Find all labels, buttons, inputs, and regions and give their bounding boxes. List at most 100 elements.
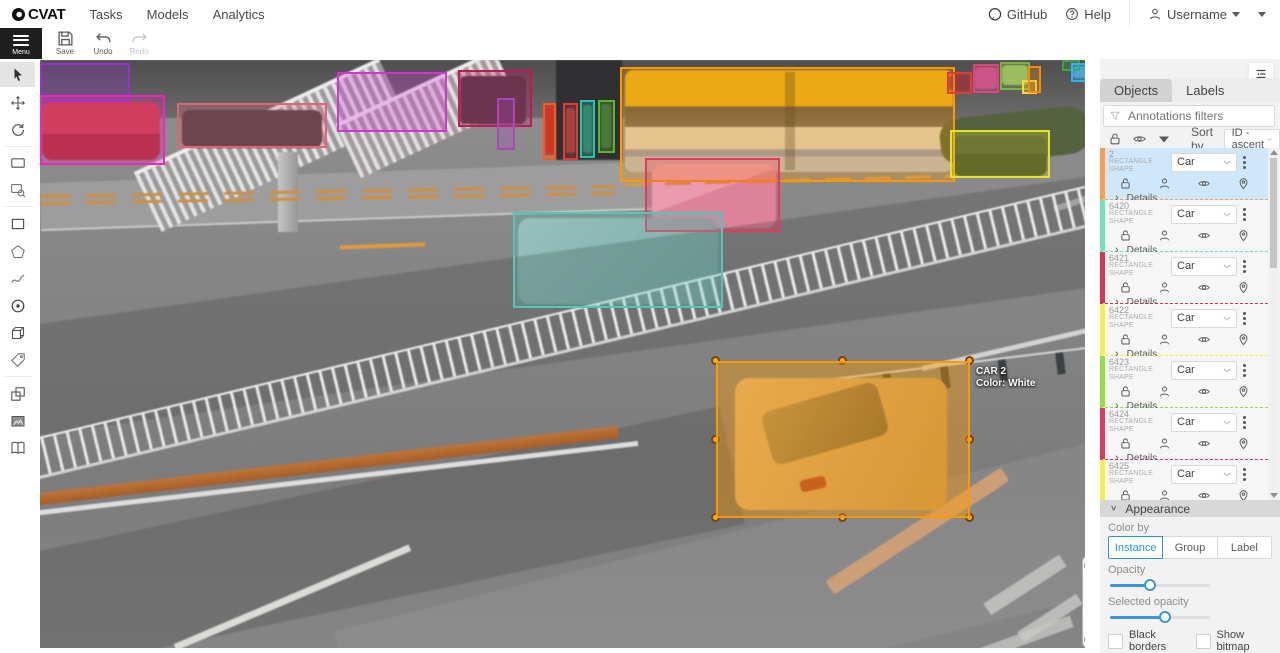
lock-all-icon[interactable] <box>1108 132 1122 146</box>
black-borders-checkbox[interactable] <box>1108 634 1123 649</box>
hide-icon[interactable] <box>1197 437 1211 450</box>
color-by-label-option[interactable]: Label <box>1217 536 1272 559</box>
hide-all-icon[interactable] <box>1132 132 1147 146</box>
object-actions-menu-icon[interactable] <box>1237 259 1251 273</box>
nav-analytics[interactable]: Analytics <box>213 7 265 22</box>
object-actions-menu-icon[interactable] <box>1237 207 1251 221</box>
split-track-tool[interactable] <box>0 435 35 460</box>
annotation-box[interactable] <box>40 95 165 165</box>
save-button[interactable]: Save <box>48 30 82 58</box>
annotation-box[interactable] <box>950 130 1050 178</box>
tab-objects[interactable]: Objects <box>1100 79 1172 102</box>
object-actions-menu-icon[interactable] <box>1237 155 1251 169</box>
sort-order-select[interactable]: ID - ascent <box>1224 129 1280 149</box>
annotation-box[interactable] <box>497 98 515 150</box>
draw-points-tool[interactable] <box>0 293 35 318</box>
pin-icon[interactable] <box>1237 385 1250 398</box>
cursor-tool[interactable] <box>0 62 35 87</box>
object-label-select[interactable]: Car <box>1171 153 1237 172</box>
canvas-scrollbar-plus-icon[interactable]: + <box>1084 634 1085 645</box>
object-actions-menu-icon[interactable] <box>1237 363 1251 377</box>
merge-shapes-tool[interactable] <box>0 381 35 406</box>
nav-models[interactable]: Models <box>147 7 189 22</box>
occluded-icon[interactable] <box>1158 333 1171 346</box>
object-item-6420[interactable]: 6420RECTANGLE SHAPECar›Details <box>1100 200 1268 252</box>
hide-icon[interactable] <box>1197 489 1211 500</box>
help-link[interactable]: Help <box>1065 7 1111 22</box>
setup-tag-tool[interactable] <box>0 347 35 372</box>
object-label-select[interactable]: Car <box>1171 257 1237 276</box>
lock-icon[interactable] <box>1119 177 1132 190</box>
annotations-filter-input[interactable] <box>1103 105 1275 127</box>
pin-icon[interactable] <box>1237 229 1250 242</box>
draw-cuboid-tool[interactable] <box>0 320 35 345</box>
undo-button[interactable]: Undo <box>86 30 120 58</box>
pin-icon[interactable] <box>1237 333 1250 346</box>
annotation-box[interactable] <box>580 100 595 158</box>
object-actions-menu-icon[interactable] <box>1237 415 1251 429</box>
draw-polyline-tool[interactable] <box>0 266 35 291</box>
lock-icon[interactable] <box>1119 489 1132 500</box>
lock-icon[interactable] <box>1119 229 1132 242</box>
annotation-box[interactable] <box>337 72 447 132</box>
draw-polygon-tool[interactable] <box>0 239 35 264</box>
object-item-6421[interactable]: 6421RECTANGLE SHAPECar›Details <box>1100 252 1268 304</box>
opacity-slider-handle[interactable] <box>1144 579 1156 591</box>
nav-collapse-caret-icon[interactable] <box>1258 12 1266 17</box>
redo-button[interactable]: Redo <box>122 30 156 58</box>
scroll-up-icon[interactable] <box>1270 150 1278 155</box>
occluded-icon[interactable] <box>1158 229 1171 242</box>
annotation-box[interactable] <box>973 64 999 93</box>
object-label-select[interactable]: Car <box>1171 361 1237 380</box>
occluded-icon[interactable] <box>1158 385 1171 398</box>
annotation-box[interactable] <box>543 103 556 160</box>
select-region-tool[interactable] <box>0 177 35 202</box>
lock-icon[interactable] <box>1119 281 1132 294</box>
occluded-icon[interactable] <box>1158 177 1171 190</box>
scroll-down-icon[interactable] <box>1270 493 1278 498</box>
selected-opacity-slider[interactable] <box>1110 611 1210 623</box>
pin-icon[interactable] <box>1237 281 1250 294</box>
tab-labels[interactable]: Labels <box>1172 79 1238 102</box>
object-item-6425[interactable]: 6425RECTANGLE SHAPECar›Details <box>1100 460 1268 500</box>
object-item-6424[interactable]: 6424RECTANGLE SHAPECar›Details <box>1100 408 1268 460</box>
hide-icon[interactable] <box>1197 385 1211 398</box>
annotation-box[interactable] <box>1028 66 1041 93</box>
occluded-icon[interactable] <box>1158 281 1171 294</box>
annotation-box[interactable] <box>1071 63 1085 82</box>
github-link[interactable]: GitHub <box>988 7 1047 22</box>
user-menu[interactable]: Username <box>1148 7 1240 22</box>
occluded-icon[interactable] <box>1158 489 1171 500</box>
expand-all-caret-icon[interactable] <box>1159 136 1169 143</box>
pin-icon[interactable] <box>1237 437 1250 450</box>
hide-icon[interactable] <box>1197 333 1211 346</box>
lock-icon[interactable] <box>1119 385 1132 398</box>
pin-icon[interactable] <box>1237 177 1250 190</box>
hide-icon[interactable] <box>1197 281 1211 294</box>
canvas-scrollbar[interactable]: + <box>1082 555 1085 648</box>
object-label-select[interactable]: Car <box>1171 309 1237 328</box>
color-by-instance[interactable]: Instance <box>1108 536 1163 559</box>
annotation-box[interactable] <box>513 212 723 308</box>
object-label-select[interactable]: Car <box>1171 465 1237 484</box>
annotation-box[interactable] <box>177 103 327 148</box>
pin-icon[interactable] <box>1237 489 1250 500</box>
object-label-select[interactable]: Car <box>1171 413 1237 432</box>
annotation-box[interactable] <box>598 100 615 153</box>
fit-image-tool[interactable] <box>0 150 35 175</box>
nav-tasks[interactable]: Tasks <box>89 7 122 22</box>
lock-icon[interactable] <box>1119 437 1132 450</box>
rotate-image-tool[interactable] <box>0 117 35 142</box>
object-actions-menu-icon[interactable] <box>1237 467 1251 481</box>
cvat-logo[interactable]: CVAT <box>12 6 65 23</box>
appearance-header[interactable]: ∨ Appearance <box>1100 500 1280 517</box>
canvas-scrollbar-thumb[interactable] <box>1084 560 1085 571</box>
selected-opacity-slider-handle[interactable] <box>1159 611 1171 623</box>
group-shapes-tool[interactable] <box>0 408 35 433</box>
menu-button[interactable]: Menu <box>0 28 42 59</box>
hide-icon[interactable] <box>1197 229 1211 242</box>
object-actions-menu-icon[interactable] <box>1237 311 1251 325</box>
draw-rectangle-tool[interactable] <box>0 211 35 236</box>
show-bitmap-checkbox[interactable] <box>1196 634 1211 649</box>
annotation-canvas[interactable]: CAR 2Color: White + <box>40 60 1085 648</box>
